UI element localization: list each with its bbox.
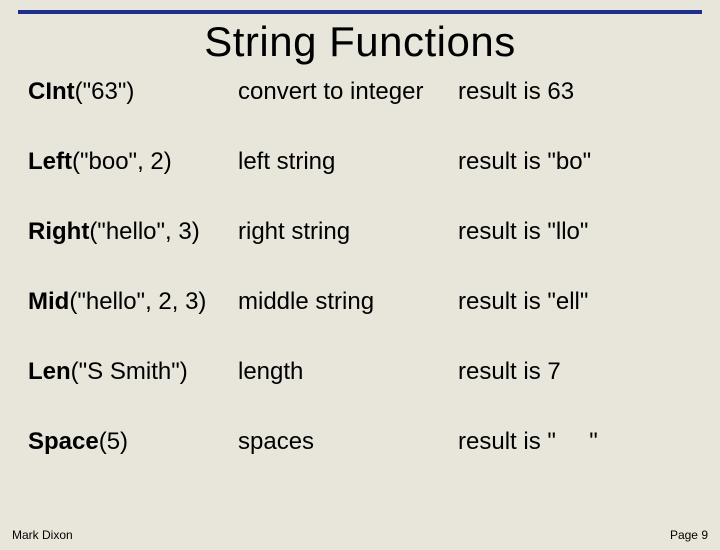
function-name: CInt (28, 78, 75, 105)
function-desc: middle string (238, 288, 458, 316)
function-name: Space (28, 428, 99, 455)
function-result: result is " " (458, 428, 692, 456)
function-result: result is "bo" (458, 148, 692, 176)
function-name: Mid (28, 288, 69, 315)
function-args: ("hello", 3) (89, 218, 199, 245)
function-call: Right("hello", 3) (28, 218, 238, 246)
page-title: String Functions (0, 18, 720, 66)
function-desc: length (238, 358, 458, 386)
function-args: ("boo", 2) (72, 148, 172, 175)
function-name: Len (28, 358, 71, 385)
table-row: Mid("hello", 2, 3) middle string result … (28, 288, 692, 316)
table-row: Left("boo", 2) left string result is "bo… (28, 148, 692, 176)
function-args: ("hello", 2, 3) (69, 288, 206, 315)
function-name: Left (28, 148, 72, 175)
function-call: Mid("hello", 2, 3) (28, 288, 238, 316)
table-row: Right("hello", 3) right string result is… (28, 218, 692, 246)
function-desc: left string (238, 148, 458, 176)
function-call: Len("S Smith") (28, 358, 238, 386)
function-result: result is "ell" (458, 288, 692, 316)
function-call: CInt("63") (28, 78, 238, 106)
title-rule (18, 10, 702, 14)
table-row: Space(5) spaces result is " " (28, 428, 692, 456)
function-args: ("63") (75, 78, 135, 105)
function-result: result is "llo" (458, 218, 692, 246)
table-row: CInt("63") convert to integer result is … (28, 78, 692, 106)
function-args: (5) (99, 428, 128, 455)
function-desc: convert to integer (238, 78, 458, 106)
function-call: Space(5) (28, 428, 238, 456)
function-result: result is 7 (458, 358, 692, 386)
table-row: Len("S Smith") length result is 7 (28, 358, 692, 386)
function-desc: spaces (238, 428, 458, 456)
functions-list: CInt("63") convert to integer result is … (0, 78, 720, 456)
function-result: result is 63 (458, 78, 692, 106)
function-args: ("S Smith") (71, 358, 188, 385)
function-name: Right (28, 218, 89, 245)
function-call: Left("boo", 2) (28, 148, 238, 176)
function-desc: right string (238, 218, 458, 246)
